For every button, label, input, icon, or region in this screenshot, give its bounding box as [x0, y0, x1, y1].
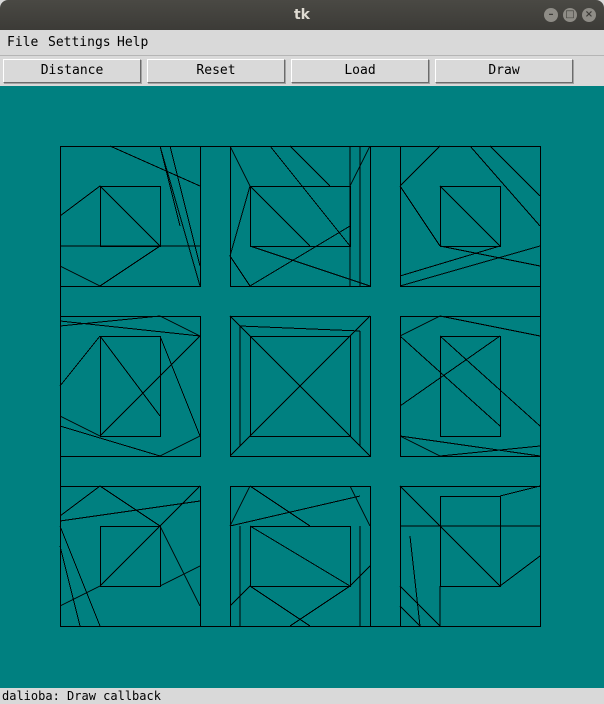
load-button[interactable]: Load	[291, 59, 429, 83]
app-window: tk – □ × File Settings Help Distance Res…	[0, 0, 604, 704]
menu-bar: File Settings Help	[0, 30, 604, 56]
wireframe-drawing	[59, 145, 541, 627]
distance-button[interactable]: Distance	[3, 59, 141, 83]
menu-help[interactable]: Help	[117, 30, 148, 55]
window-title: tk	[293, 7, 310, 23]
cube-wireframe	[399, 315, 541, 457]
cube-wireframe	[399, 145, 541, 287]
maximize-button[interactable]: □	[563, 8, 577, 22]
close-button[interactable]: ×	[582, 8, 596, 22]
title-bar[interactable]: tk – □ ×	[0, 0, 604, 30]
menu-settings[interactable]: Settings	[48, 30, 111, 55]
cube-wireframe	[229, 315, 371, 457]
status-bar: dalioba: Draw callback	[0, 688, 604, 704]
cube-wireframe	[229, 145, 371, 287]
cube-wireframe	[229, 485, 371, 627]
minimize-button[interactable]: –	[544, 8, 558, 22]
draw-button[interactable]: Draw	[435, 59, 573, 83]
reset-button[interactable]: Reset	[147, 59, 285, 83]
cube-wireframe	[399, 485, 541, 627]
cube-wireframe	[59, 315, 201, 457]
cube-wireframe	[59, 485, 201, 627]
cube-wireframe	[59, 145, 201, 287]
menu-file[interactable]: File	[7, 30, 38, 55]
toolbar: Distance Reset Load Draw	[0, 56, 604, 86]
drawing-canvas[interactable]	[0, 86, 604, 688]
